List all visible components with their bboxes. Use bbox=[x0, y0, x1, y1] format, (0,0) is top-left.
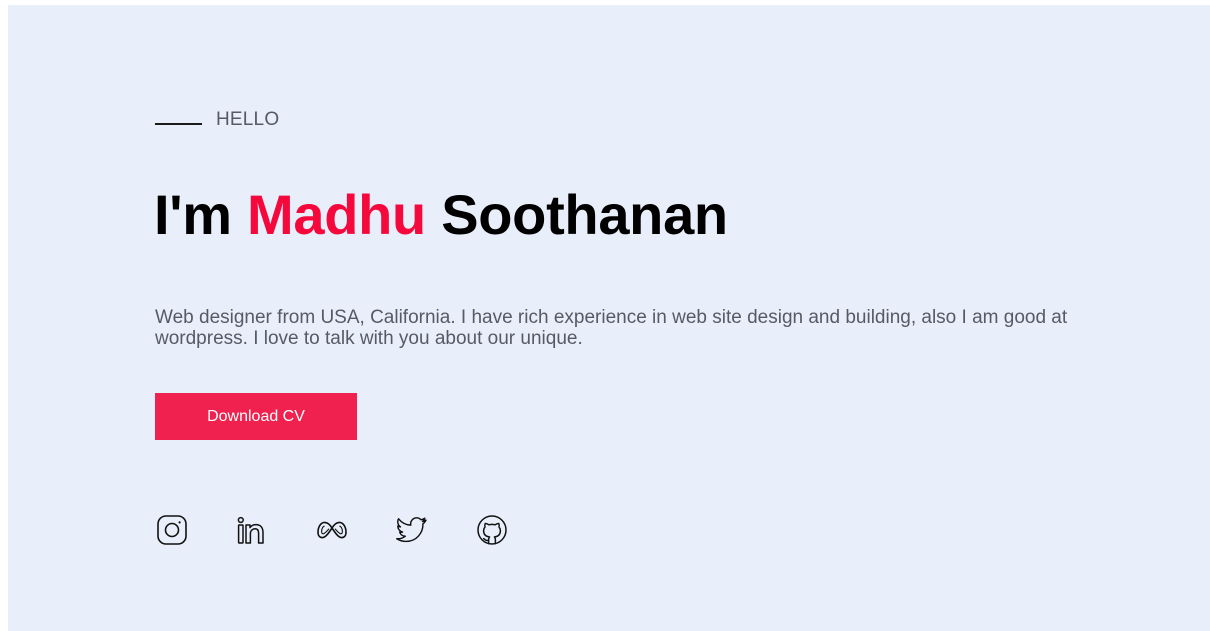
instagram-icon bbox=[157, 515, 187, 545]
github-icon bbox=[477, 515, 507, 545]
eyebrow-divider bbox=[155, 123, 202, 125]
title-prefix: I'm bbox=[154, 183, 248, 246]
linkedin-link[interactable] bbox=[235, 513, 269, 547]
hero-section: HELLO I'm Madhu Soothanan Web designer f… bbox=[8, 5, 1210, 631]
social-links bbox=[155, 513, 555, 547]
meta-icon bbox=[317, 521, 347, 539]
instagram-link[interactable] bbox=[155, 513, 189, 547]
hero-description: Web designer from USA, California. I hav… bbox=[155, 307, 1068, 349]
meta-link[interactable] bbox=[315, 513, 349, 547]
title-highlight-name: Madhu bbox=[247, 183, 426, 246]
eyebrow: HELLO bbox=[155, 108, 279, 132]
eyebrow-text: HELLO bbox=[216, 109, 280, 130]
download-cv-button[interactable]: Download CV bbox=[155, 393, 357, 440]
twitter-link[interactable] bbox=[395, 513, 429, 547]
github-link[interactable] bbox=[475, 513, 509, 547]
page-title: I'm Madhu Soothanan bbox=[154, 183, 728, 247]
twitter-icon bbox=[396, 517, 427, 543]
title-suffix: Soothanan bbox=[425, 183, 728, 246]
linkedin-icon bbox=[237, 516, 264, 544]
